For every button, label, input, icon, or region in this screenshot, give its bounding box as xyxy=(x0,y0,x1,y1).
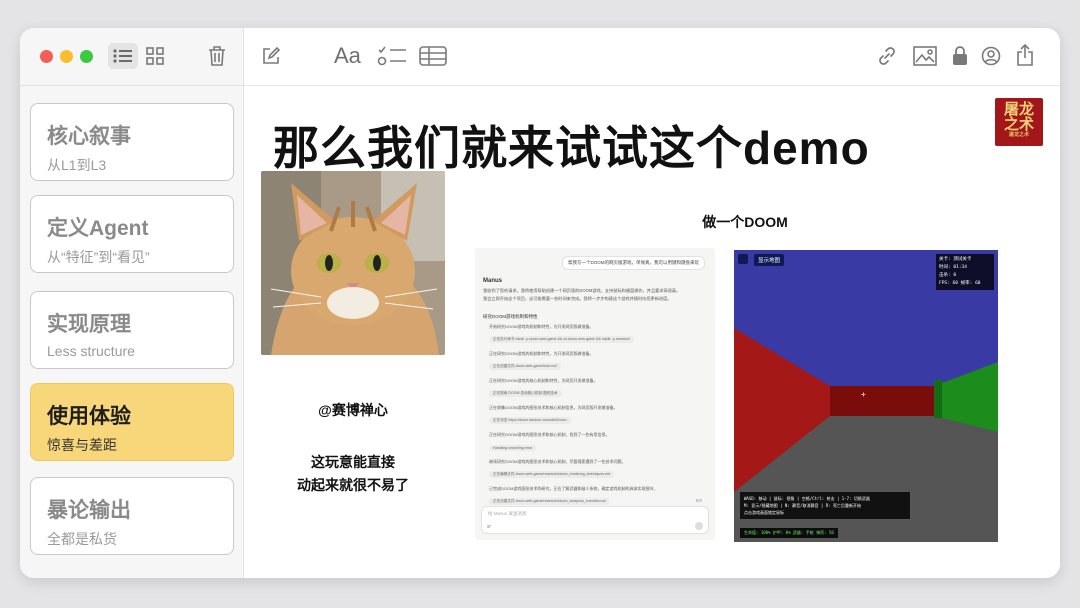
controls-help: WASD: 移动 | 鼠标: 视角 | 空格/Ctrl: 射击 | 1-7: 切… xyxy=(740,492,910,519)
minimize-window-button[interactable] xyxy=(60,50,73,63)
notes-window: 核心叙事 从L1到L3 定义Agent 从“特征”到“看见” 实现原理 Less… xyxy=(20,28,1060,578)
comment-line-2: 动起来就很不易了 xyxy=(297,477,409,493)
message-input[interactable]: 给 Manus 发送消息 xyxy=(488,511,527,517)
tool-chip[interactable]: 正在创建文件 doom-web-game/todo.md xyxy=(489,363,561,370)
page-count: 8/8 xyxy=(695,498,702,503)
format-icon[interactable]: Aa xyxy=(334,42,361,70)
sidebar-item-subtitle: 全都是私货 xyxy=(47,531,117,547)
doom-game-screenshot: 显示地图 关卡: 测试关卡 时间: 01:34 击杀: 0 FPS: 60 帧率… xyxy=(734,250,998,542)
message-input-box[interactable]: 给 Manus 发送消息 ⌀ 8/8 xyxy=(481,498,709,534)
cat-caption: @赛博禅心 xyxy=(318,402,388,418)
cat-photo xyxy=(261,171,445,355)
user-message: 帮我写一个DOOM的网页版游戏，单保真，我可以用键和键盘来玩 xyxy=(562,256,705,270)
tool-chip[interactable]: 正在创建文件 doom-web-game/research/doom_weapo… xyxy=(489,498,610,505)
plan-step: 继续研究DOOM游戏的图形技术和核心机制，尽管搜索遇到了一些技术问题。 正在编辑文… xyxy=(489,459,709,483)
sidebar-item-title: 使用体验 xyxy=(47,405,131,428)
plan-step: 开始研究DOOM游戏的机制和特性，为开发网页版做准备。正在执行命令 mkdir … xyxy=(489,324,709,348)
hud-fps: FPS: 60 帧率: 60 xyxy=(939,281,981,286)
plan-step: 正在收集DOOM游戏的图形技术和核心机制信息，为网页版开发做准备。 正在浏览 ht… xyxy=(489,405,709,429)
plan-step-text: 正在收集DOOM游戏的图形技术和核心机制信息，为网页版开发做准备。 xyxy=(489,405,618,410)
zoom-window-button[interactable] xyxy=(80,50,93,63)
hud-kills: 击杀: 0 xyxy=(939,273,957,278)
assistant-intro-2: 我会立即开始这个项目，这可能需要一些时间来完成。我将一步步构建这个游戏并随时向您… xyxy=(483,296,672,301)
plan-step-text: 继续研究DOOM游戏的图形技术和核心机制，尽管搜索遇到了一些技术问题。 xyxy=(489,459,626,464)
plan-header: 研究DOOM游戏机制和特性 xyxy=(483,314,538,319)
help-line-3: 点击游戏画面锁定鼠标 xyxy=(744,510,784,515)
plan-step: 正在研究DOOM游戏的核心机制和特性，为网页开发做准备。 正在搜索 DOOM 游戏… xyxy=(489,378,709,402)
assistant-name: Manus xyxy=(483,278,503,284)
game-menu-icon[interactable] xyxy=(738,254,748,264)
hud-level: 关卡: 测试关卡 xyxy=(939,257,972,262)
help-line-1: WASD: 移动 | 鼠标: 视角 | 空格/Ctrl: 射击 | 1-7: 切… xyxy=(744,496,870,501)
compose-icon[interactable] xyxy=(260,45,282,67)
sidebar-item-subtitle: 惊喜与差距 xyxy=(47,437,117,453)
tool-chip[interactable]: 正在浏览 https://doom.fandom.com/wiki/Doom xyxy=(489,417,571,424)
tool-chip[interactable]: 正在搜索 DOOM 游戏核心机制 图形技术 xyxy=(489,390,562,397)
plan-step: 正在研究DOOM游戏的机制和特性，为开发网页版做准备。 正在创建文件 doom-w… xyxy=(489,351,709,375)
hud-time: 时间: 01:34 xyxy=(939,265,967,270)
sidebar-item-subtitle: Less structure xyxy=(47,343,135,359)
tool-chip[interactable]: 正在编辑文件 doom-web-game/research/doom_rende… xyxy=(489,471,615,478)
sidebar-item-title: 实现原理 xyxy=(47,313,131,336)
lock-icon[interactable] xyxy=(950,44,970,68)
table-icon[interactable] xyxy=(418,44,448,68)
show-map-button[interactable]: 显示地图 xyxy=(754,254,785,266)
brand-seal-logo: 屠龙 之术 屠龙之术 xyxy=(995,98,1043,146)
sidebar-item-title: 定义Agent xyxy=(47,217,149,240)
media-icon[interactable] xyxy=(912,45,938,67)
attach-icon[interactable]: ⌀ xyxy=(487,523,491,530)
sidebar-item-implementation[interactable]: 实现原理 Less structure xyxy=(30,291,234,369)
plan-step-text: 正在研究DOOM游戏的核心机制和特性，为网页开发做准备。 xyxy=(489,378,598,383)
plan-step-text: 开始研究DOOM游戏的机制和特性，为开发网页版做准备。 xyxy=(489,324,594,329)
plan-step-text: 正在研究DOOM游戏的图形技术和核心机制，找到了一些有用信息。 xyxy=(489,432,610,437)
sidebar-item-subtitle: 从“特征”到“看见” xyxy=(47,249,150,265)
close-window-button[interactable] xyxy=(40,50,53,63)
sidebar: 核心叙事 从L1到L3 定义Agent 从“特征”到“看见” 实现原理 Less… xyxy=(20,28,244,578)
send-button[interactable] xyxy=(695,522,703,530)
share-icon[interactable] xyxy=(1014,43,1036,67)
sidebar-item-subtitle: 从L1到L3 xyxy=(47,157,107,173)
page-title: 那么我们就来试试这个demo xyxy=(273,122,870,174)
plan-step: 正在研究DOOM游戏的图形技术和核心机制，找到了一些有用信息。 Handling … xyxy=(489,432,709,456)
crosshair-icon: + xyxy=(861,390,866,399)
doom-label: 做一个DOOM xyxy=(702,214,788,230)
game-hud: 关卡: 测试关卡 时间: 01:34 击杀: 0 FPS: 60 帧率: 60 xyxy=(936,254,994,290)
note-content: 那么我们就来试试这个demo 屠龙 之术 屠龙之术 @赛博禅心 这玩意能直接 动… xyxy=(245,86,1060,578)
sidebar-toolbar xyxy=(20,28,244,86)
assistant-intro-1: 我收到了您的请求。我将使用帮助创建一个网页版的DOOM游戏，支持鼠标和键盘操作，… xyxy=(483,288,681,293)
sidebar-item-title: 暴论输出 xyxy=(47,499,131,522)
trash-icon[interactable] xyxy=(206,43,228,69)
manus-chat-screenshot: 帮我写一个DOOM的网页版游戏，单保真，我可以用键和键盘来玩 Manus 我收到… xyxy=(475,248,715,540)
tool-chip[interactable]: Handling searching error xyxy=(489,445,537,451)
editor-toolbar: Aa xyxy=(244,28,1060,86)
plan-step-text: 正在研究DOOM游戏的机制和特性，为开发网页版做准备。 xyxy=(489,351,594,356)
collaborate-icon[interactable] xyxy=(980,45,1002,67)
grid-view-icon[interactable] xyxy=(144,45,166,67)
sidebar-item-define-agent[interactable]: 定义Agent 从“特征”到“看见” xyxy=(30,195,234,273)
sidebar-item-core-narrative[interactable]: 核心叙事 从L1到L3 xyxy=(30,103,234,181)
tool-chip[interactable]: 正在执行命令 mkdir -p doom-web-game && cd doom… xyxy=(489,336,634,343)
comment-line-1: 这玩意能直接 xyxy=(311,454,395,470)
player-status: 生命值: 100% 护甲: 0% 武器: 手枪 弹药: 50 xyxy=(740,528,838,538)
help-line-2: M: 显示/隐藏地图 | N: 静音/取消静音 | R: 死亡后重新开始 xyxy=(744,503,861,508)
sidebar-item-experience[interactable]: 使用体验 惊喜与差距 xyxy=(30,383,234,461)
sidebar-item-bold-takes[interactable]: 暴论输出 全都是私货 xyxy=(30,477,234,555)
checklist-icon[interactable] xyxy=(376,44,408,68)
plan-step-text: 已完成DOOM游戏图形技术的研究，正在了解武器和敌人系统，确定游戏机制的具体实现… xyxy=(489,486,658,491)
list-view-icon[interactable] xyxy=(108,43,138,69)
link-icon[interactable] xyxy=(876,45,898,67)
sidebar-item-title: 核心叙事 xyxy=(47,125,131,148)
